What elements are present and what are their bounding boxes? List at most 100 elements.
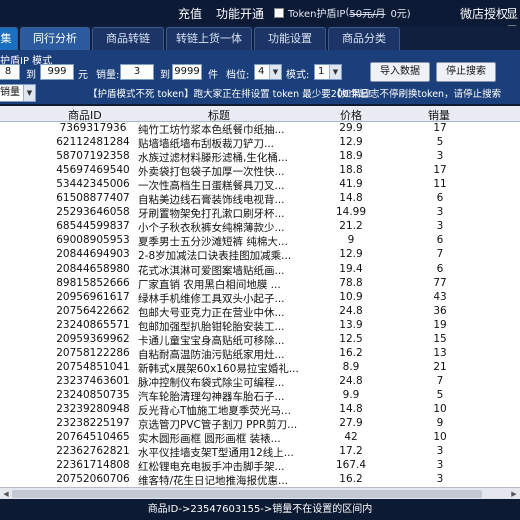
cell-price: 18.9	[339, 150, 363, 163]
tab-collect[interactable]: 集	[0, 27, 18, 50]
level-select[interactable]: 4 ▼	[254, 64, 282, 80]
token-balance: 0元)	[390, 9, 411, 20]
table-row[interactable]: 23237463601 脉冲控制仪布袋式除尘可编程... 24.8 7	[0, 375, 520, 390]
cell-price: 167.4	[335, 459, 367, 472]
product-table[interactable]: 7369317936 纯竹工坊竹浆本色纸餐巾纸抽... 29.9 17 62112481…	[0, 122, 520, 487]
mode2-label: 模式:	[286, 70, 310, 81]
tab-category[interactable]: 商品分类	[328, 27, 400, 50]
table-row[interactable]: 53442345006 一次性高档生日蛋糕餐具刀叉... 41.9 11	[0, 178, 520, 193]
cell-id: 25293646058	[56, 206, 130, 219]
col-price-header[interactable]: 价格	[340, 107, 362, 123]
cell-sales: 43	[433, 290, 447, 303]
table-row[interactable]: 23239280948 反光背心T恤施工地夏季荧光马... 14.8 10	[0, 403, 520, 418]
cell-title: 水平仪挂墙支架T型通用12线上...	[138, 447, 294, 460]
table-row[interactable]: 20844694903 2-8岁加减法口诀表挂图加减乘... 12.9 7	[0, 248, 520, 263]
features-link[interactable]: 功能开通	[216, 5, 264, 22]
scroll-thumb[interactable]	[12, 490, 482, 498]
tab-convert-upload[interactable]: 转链上货一体	[166, 27, 252, 50]
notice-left: 【护盾模式不死 token】跑大家正在排设置 token 最少要200个起!	[88, 89, 372, 100]
cell-title: 夏季男士五分沙滩短裤 纯棉大...	[138, 236, 288, 249]
cell-id: 22361714808	[56, 459, 130, 472]
table-row[interactable]: 23238225197 京选管刀PVC管子割刀 PPR剪刀... 27.9 9	[0, 417, 520, 432]
cell-title: 绿林手机维修工具双头小起子...	[138, 292, 285, 305]
chevron-down-icon[interactable]: ▼	[329, 65, 341, 79]
table-row[interactable]: 22362762821 水平仪挂墙支架T型通用12线上... 17.2 3	[0, 445, 520, 460]
cell-title: 水族过滤材料滕形滤桶,生化桶...	[138, 152, 288, 165]
cell-title: 花式冰淇淋可爱图案墙贴纸画...	[138, 264, 285, 277]
cell-title: 京选管刀PVC管子割刀 PPR剪刀...	[138, 419, 298, 432]
cell-sales: 7	[436, 248, 444, 261]
cell-sales: 3	[436, 220, 444, 233]
table-row[interactable]: 22361714808 红松锂电充电扳手冲击脚手架... 167.4 3	[0, 459, 520, 474]
cell-price: 16.2	[339, 473, 363, 486]
level-label: 档位:	[226, 70, 250, 81]
cell-price: 12.5	[339, 332, 363, 345]
cell-sales: 15	[433, 332, 447, 345]
chevron-down-icon[interactable]: ▼	[23, 85, 35, 101]
table-row[interactable]: 23240850735 汽车轮胎清理勾神器车胎石子... 9.9 5	[0, 389, 520, 404]
price-min-input[interactable]: 8	[0, 64, 20, 80]
table-row[interactable]: 68544599837 小个子秋衣秋裤女纯棉薄款少... 21.2 3	[0, 220, 520, 235]
cell-title: 纯竹工坊竹浆本色纸餐巾纸抽...	[138, 124, 285, 136]
table-row[interactable]: 20756422662 包邮大号亚克力正在营业中休... 24.8 36	[0, 305, 520, 320]
tab-link-convert[interactable]: 商品转链	[92, 27, 164, 50]
recharge-link[interactable]: 充值	[178, 5, 202, 22]
token-toggle[interactable]: Token护盾IP (50元/月 0元)	[274, 5, 411, 20]
cell-sales: 11	[433, 178, 447, 191]
cell-id: 68544599837	[56, 220, 130, 233]
cell-id: 23240850735	[56, 388, 130, 401]
sales-min-input[interactable]: 3	[120, 64, 154, 80]
table-row[interactable]: 20758122286 自粘耐高温防油污贴纸家用灶... 16.2 13	[0, 347, 520, 362]
tab-settings[interactable]: 功能设置	[254, 27, 326, 50]
cell-price: 19.4	[339, 262, 363, 275]
table-row[interactable]: 7369317936 纯竹工坊竹浆本色纸餐巾纸抽... 29.9 17	[0, 122, 520, 137]
horizontal-scrollbar[interactable]: ◀ ▶	[0, 487, 520, 499]
table-row[interactable]: 45697469540 外卖袋打包袋子加厚一次性快... 18.8 17	[0, 164, 520, 179]
cell-id: 20764510465	[56, 431, 130, 444]
table-row[interactable]: 61508877407 自粘美边线石膏装饰线电视背... 14.8 6	[0, 192, 520, 207]
table-row[interactable]: 58707192358 水族过滤材料滕形滤桶,生化桶... 18.9 3	[0, 150, 520, 165]
cell-price: 9.9	[342, 388, 360, 401]
table-row[interactable]: 25293646058 牙刷置物架免打孔漱口刷牙杯... 14.99 3	[0, 206, 520, 221]
cell-price: 41.9	[339, 178, 363, 191]
stop-search-button[interactable]: 停止搜索	[436, 62, 496, 82]
sort-select[interactable]: 销量 ▼	[0, 84, 36, 102]
table-row[interactable]: 23240865571 包邮加强型扒胎钳轮胎安装工... 13.9 19	[0, 319, 520, 334]
cell-id: 23238225197	[56, 417, 130, 430]
cell-id: 23237463601	[56, 374, 130, 387]
table-row[interactable]: 20752060706 维客特/花生日记地推海报优惠... 16.2 3	[0, 473, 520, 487]
table-row[interactable]: 89815852666 厂家直销 农用黑白相间地膜 ... 78.8 77	[0, 277, 520, 292]
cell-sales: 5	[436, 136, 444, 149]
cell-sales: 21	[433, 360, 447, 373]
col-sales-header[interactable]: 销量	[428, 107, 450, 123]
cell-title: 2-8岁加减法口诀表挂图加减乘...	[138, 250, 292, 263]
cell-sales: 3	[436, 473, 444, 486]
cell-price: 14.99	[335, 206, 367, 219]
chevron-down-icon[interactable]: ▼	[269, 65, 281, 79]
table-row[interactable]: 20754851041 新韩式x展架60x160易拉宝婚礼... 8.9 21	[0, 361, 520, 376]
cell-title: 一次性高档生日蛋糕餐具刀叉...	[138, 180, 285, 193]
wechat-auth-link[interactable]: 微店授权	[460, 5, 508, 22]
tab-peer-analysis[interactable]: 同行分析	[20, 27, 90, 50]
table-row[interactable]: 69008905953 夏季男士五分沙滩短裤 纯棉大... 9 6	[0, 234, 520, 249]
table-row[interactable]: 20844658980 花式冰淇淋可爱图案墙贴纸画... 19.4 6	[0, 263, 520, 278]
cell-price: 8.9	[342, 360, 360, 373]
cell-title: 红松锂电充电扳手冲击脚手架...	[138, 461, 285, 474]
table-row[interactable]: 20764510465 实木圆形画框 圆形画框 装裱... 42 10	[0, 431, 520, 446]
table-row[interactable]: 20956961617 绿林手机维修工具双头小起子... 10.9 43	[0, 291, 520, 306]
mode2-select[interactable]: 1 ▼	[314, 64, 342, 80]
cell-sales: 10	[433, 431, 447, 444]
token-checkbox[interactable]	[274, 7, 284, 18]
sales-max-input[interactable]: 9999	[172, 64, 202, 80]
cell-price: 29.9	[339, 122, 363, 134]
import-data-button[interactable]: 导入数据	[370, 62, 430, 82]
cell-sales: 17	[433, 164, 447, 177]
price-max-input[interactable]: 999	[40, 64, 74, 80]
cell-price: 14.8	[339, 403, 363, 415]
col-title-header[interactable]: 标题	[208, 107, 230, 123]
cell-price: 42	[344, 431, 358, 444]
col-id-header[interactable]: 商品ID	[68, 107, 102, 123]
table-row[interactable]: 62112481284 贴墙墙纸墙布刮板裁刀铲刀... 12.9 5	[0, 136, 520, 151]
table-row[interactable]: 20959369962 卡通儿童宝宝身高贴纸可移除... 12.5 15	[0, 333, 520, 348]
cell-sales: 3	[436, 150, 444, 163]
